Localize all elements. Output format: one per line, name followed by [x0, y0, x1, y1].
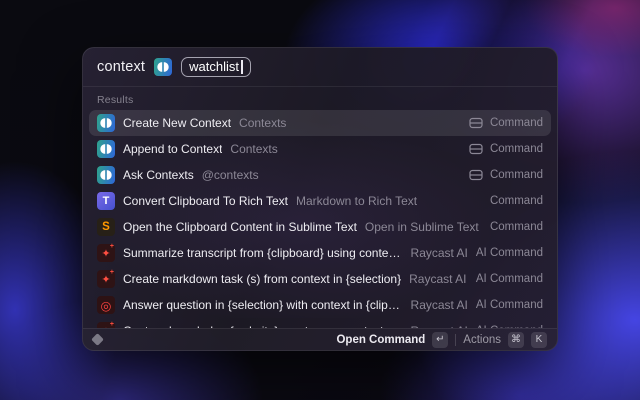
result-type: Command — [490, 143, 543, 155]
result-title: Create markdown task (s) from context in… — [123, 272, 401, 286]
ai-sparkle-icon: ✦ — [97, 322, 115, 328]
result-subtitle: Raycast AI — [411, 324, 468, 328]
command-key: ⌘ — [508, 332, 524, 348]
result-type: Command — [490, 117, 543, 129]
contexts-brain-icon — [97, 140, 115, 158]
result-row-convert-clipboard[interactable]: T Convert Clipboard To Rich Text Markdow… — [89, 188, 551, 214]
raycast-logo-icon — [91, 333, 104, 346]
result-type: Command — [490, 221, 543, 233]
result-title: Ask Contexts — [123, 168, 194, 182]
contexts-brain-icon — [154, 58, 172, 76]
result-row-create-new-context[interactable]: Create New Context Contexts Command — [89, 110, 551, 136]
ai-sparkle-icon: ✦ — [97, 244, 115, 262]
rich-text-icon: T — [97, 192, 115, 210]
results-header: Results — [83, 87, 557, 110]
search-tag-label: watchlist — [189, 59, 239, 74]
result-title: Open the Clipboard Content in Sublime Te… — [123, 220, 357, 234]
result-subtitle: Raycast AI — [411, 298, 468, 312]
result-row-append-to-context[interactable]: Append to Context Contexts Command — [89, 136, 551, 162]
action-bar: Open Command ↵ Actions ⌘ K — [83, 328, 557, 350]
actions-button[interactable]: Actions — [463, 334, 501, 346]
result-row-open-sublime[interactable]: S Open the Clipboard Content in Sublime … — [89, 214, 551, 240]
result-subtitle: Contexts — [230, 142, 277, 156]
result-type: AI Command — [476, 247, 543, 259]
raycast-window: context watchlist Results Create New Con… — [82, 47, 558, 351]
result-row-summarize-transcript[interactable]: ✦ Summarize transcript from {clipboard} … — [89, 240, 551, 266]
result-row-capture-knowledge[interactable]: ✦ Capture knowledge {website} + extra ra… — [89, 318, 551, 328]
result-subtitle: Contexts — [239, 116, 286, 130]
result-row-ask-contexts[interactable]: Ask Contexts @contexts Command — [89, 162, 551, 188]
result-type: AI Command — [476, 273, 543, 285]
result-type: AI Command — [476, 325, 543, 328]
text-cursor — [241, 60, 243, 74]
ai-sparkle-icon: ✦ — [97, 270, 115, 288]
result-subtitle: Raycast AI — [411, 246, 468, 260]
result-type: Command — [490, 169, 543, 181]
keyboard-icon — [469, 169, 483, 181]
search-bar[interactable]: context watchlist — [83, 48, 557, 86]
search-tag-watchlist[interactable]: watchlist — [181, 57, 250, 77]
footer-divider — [455, 334, 456, 346]
contexts-brain-icon — [97, 114, 115, 132]
result-row-answer-question[interactable]: ◎ Answer question in {selection} with co… — [89, 292, 551, 318]
result-type: AI Command — [476, 299, 543, 311]
result-title: Convert Clipboard To Rich Text — [123, 194, 288, 208]
result-subtitle: Open in Sublime Text — [365, 220, 479, 234]
result-title: Create New Context — [123, 116, 231, 130]
result-subtitle: @contexts — [202, 168, 259, 182]
ai-answer-icon: ◎ — [97, 296, 115, 314]
primary-action-button[interactable]: Open Command — [336, 334, 425, 346]
contexts-brain-icon — [97, 166, 115, 184]
result-subtitle: Markdown to Rich Text — [296, 194, 417, 208]
result-subtitle: Raycast AI — [409, 272, 466, 286]
result-row-create-markdown-task[interactable]: ✦ Create markdown task (s) from context … — [89, 266, 551, 292]
result-title: Append to Context — [123, 142, 222, 156]
result-title: Capture knowledge {website} + extra raw … — [123, 324, 403, 328]
sublime-text-icon: S — [97, 218, 115, 236]
return-key: ↵ — [432, 332, 448, 348]
keyboard-icon — [469, 143, 483, 155]
keyboard-icon — [469, 117, 483, 129]
search-input[interactable]: context — [97, 59, 145, 75]
result-title: Answer question in {selection} with cont… — [123, 298, 403, 312]
k-key: K — [531, 332, 547, 348]
result-title: Summarize transcript from {clipboard} us… — [123, 246, 403, 260]
results-list: Results Create New Context Contexts Comm… — [83, 87, 557, 328]
result-type: Command — [490, 195, 543, 207]
